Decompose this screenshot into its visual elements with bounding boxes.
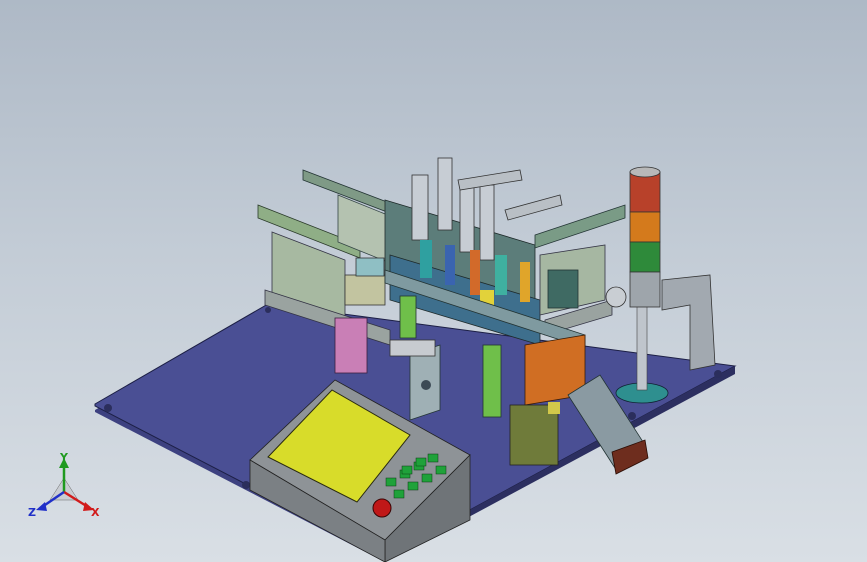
keypad-button[interactable] <box>407 481 419 491</box>
keypad-button[interactable] <box>401 465 413 475</box>
triad-x-label: X <box>91 506 100 519</box>
stack-light-amber <box>629 211 661 243</box>
keypad-button[interactable] <box>393 489 405 499</box>
coordinate-triad: Y X Z <box>28 451 100 519</box>
stack-light-red <box>629 171 661 213</box>
mount-hole <box>104 404 112 412</box>
keypad-button[interactable] <box>385 477 397 487</box>
stack-light-bracket <box>661 274 716 371</box>
cylinder-1 <box>411 174 429 241</box>
keypad-button[interactable] <box>427 453 439 463</box>
cylinder-2 <box>437 157 453 231</box>
cylinder-4 <box>479 184 495 261</box>
triad-z-label: Z <box>28 506 36 519</box>
stack-light-green <box>629 241 661 273</box>
keypad-button[interactable] <box>435 465 447 475</box>
mount-hole <box>242 481 250 489</box>
model-canvas[interactable]: Y X Z <box>0 0 867 562</box>
cylinder-3 <box>459 181 475 253</box>
triad-y-label: Y <box>59 451 69 464</box>
right-conveyor-assembly[interactable] <box>534 204 626 336</box>
keypad-button[interactable] <box>421 473 433 483</box>
keypad-button[interactable] <box>415 457 427 467</box>
mount-hole <box>714 370 722 378</box>
emergency-stop-button[interactable] <box>372 498 392 518</box>
cad-viewport[interactable]: Y X Z <box>0 0 867 562</box>
mount-hole <box>628 412 636 420</box>
pink-bracket <box>334 317 368 374</box>
stack-light-cap <box>629 166 661 178</box>
mount-hole <box>265 307 271 313</box>
